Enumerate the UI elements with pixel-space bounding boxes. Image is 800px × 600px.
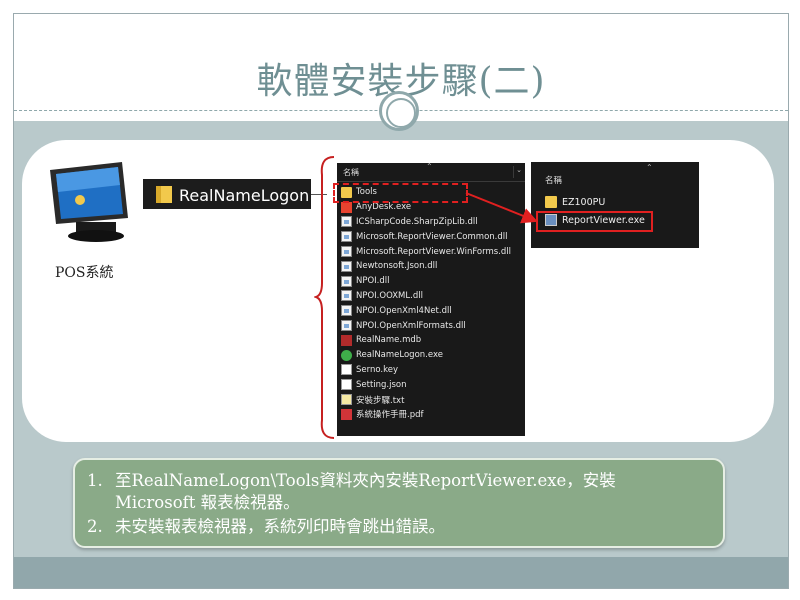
- file-item[interactable]: NPOI.OpenXmlFormats.dll: [341, 318, 521, 333]
- file-item[interactable]: NPOI.dll: [341, 274, 521, 289]
- dll-icon: [341, 320, 352, 332]
- folder-icon: [545, 196, 557, 208]
- file-item[interactable]: Serno.key: [341, 363, 521, 378]
- file-name: AnyDesk.exe: [356, 202, 412, 213]
- file-item-ez100pu[interactable]: EZ100PU: [545, 196, 605, 208]
- pos-terminal-icon: [50, 162, 128, 242]
- column-header-name[interactable]: 名稱: [545, 174, 562, 186]
- file-explorer-realnamelogon: 名稱 ⌃ ⌄ Tools AnyDesk.exe ICSharpCode.Sharp…: [337, 162, 525, 436]
- dll-icon: [341, 260, 352, 272]
- note-1-line-1: 至RealNameLogon\Tools資料夾內安裝ReportViewer.e…: [115, 471, 616, 490]
- tools-highlight-box: [333, 183, 468, 203]
- file-name: NPOI.dll: [356, 276, 390, 287]
- exe-icon: [341, 349, 352, 361]
- file-item[interactable]: Newtonsoft.Json.dll: [341, 259, 521, 274]
- file-item[interactable]: 系統操作手冊.pdf: [341, 407, 521, 422]
- note-1-number: 1.: [87, 471, 103, 490]
- file-item[interactable]: NPOI.OpenXml4Net.dll: [341, 303, 521, 318]
- note-2: 2. 未安裝報表檢視器，系統列印時會跳出錯誤。: [87, 516, 445, 538]
- file-name: ICSharpCode.SharpZipLib.dll: [356, 216, 478, 227]
- file-name: Microsoft.ReportViewer.Common.dll: [356, 231, 508, 242]
- txt-icon: [341, 394, 352, 406]
- reportviewer-highlight-box: [536, 211, 653, 232]
- folder-icon: [156, 186, 172, 203]
- mdb-icon: [341, 334, 352, 346]
- sort-caret-icon: ⌃: [646, 163, 653, 172]
- title-area: 軟體安裝步驟(二): [14, 14, 788, 131]
- anydesk-icon: [341, 201, 352, 213]
- dll-icon: [341, 305, 352, 317]
- instruction-notes: 1. 至RealNameLogon\Tools資料夾內安裝ReportViewer…: [73, 458, 725, 548]
- divider-circle-ornament: [379, 91, 419, 131]
- file-item[interactable]: Microsoft.ReportViewer.WinForms.dll: [341, 244, 521, 259]
- note-1: 1. 至RealNameLogon\Tools資料夾內安裝ReportViewer…: [87, 470, 707, 492]
- file-name: Setting.json: [356, 379, 407, 390]
- note-2-number: 2.: [87, 517, 103, 536]
- dll-icon: [341, 216, 352, 228]
- file-item[interactable]: 安裝步驟.txt: [341, 392, 521, 407]
- dll-icon: [341, 231, 352, 243]
- file-item[interactable]: RealNameLogon.exe: [341, 348, 521, 363]
- file-name: Microsoft.ReportViewer.WinForms.dll: [356, 246, 512, 257]
- column-header[interactable]: 名稱 ⌃ ⌄: [337, 162, 525, 182]
- dll-icon: [341, 290, 352, 302]
- note-2-text: 未安裝報表檢視器，系統列印時會跳出錯誤。: [115, 517, 445, 536]
- file-item[interactable]: RealName.mdb: [341, 333, 521, 348]
- file-icon: [341, 364, 352, 376]
- file-name: NPOI.OpenXmlFormats.dll: [356, 320, 466, 331]
- file-list: Tools AnyDesk.exe ICSharpCode.SharpZipLib.…: [341, 185, 521, 422]
- file-name: Newtonsoft.Json.dll: [356, 261, 438, 272]
- file-item[interactable]: Microsoft.ReportViewer.Common.dll: [341, 229, 521, 244]
- file-name: NPOI.OpenXml4Net.dll: [356, 305, 452, 316]
- file-name: NPOI.OOXML.dll: [356, 290, 423, 301]
- file-item[interactable]: NPOI.OOXML.dll: [341, 289, 521, 304]
- file-name: RealName.mdb: [356, 335, 422, 346]
- chevron-down-icon[interactable]: ⌄: [513, 166, 524, 178]
- file-name: EZ100PU: [562, 196, 606, 208]
- file-item[interactable]: ICSharpCode.SharpZipLib.dll: [341, 215, 521, 230]
- dll-icon: [341, 246, 352, 258]
- footer-band: [14, 557, 788, 588]
- file-name: RealNameLogon.exe: [356, 350, 443, 361]
- file-name: Serno.key: [356, 364, 398, 375]
- dll-icon: [341, 275, 352, 287]
- file-name: 系統操作手冊.pdf: [356, 410, 424, 421]
- file-icon: [341, 379, 352, 391]
- pos-label: POS系統: [55, 265, 114, 281]
- file-name: 安裝步驟.txt: [356, 395, 405, 406]
- sort-caret-icon: ⌃: [426, 162, 433, 171]
- column-header-name: 名稱: [343, 168, 359, 177]
- realnamelogon-label: RealNameLogon: [179, 186, 310, 205]
- file-item[interactable]: Setting.json: [341, 377, 521, 392]
- note-1-continued: Microsoft 報表檢視器。: [115, 493, 300, 512]
- file-explorer-tools: ⌃ 名稱 EZ100PU ReportViewer.exe: [531, 162, 699, 248]
- pdf-icon: [341, 408, 352, 420]
